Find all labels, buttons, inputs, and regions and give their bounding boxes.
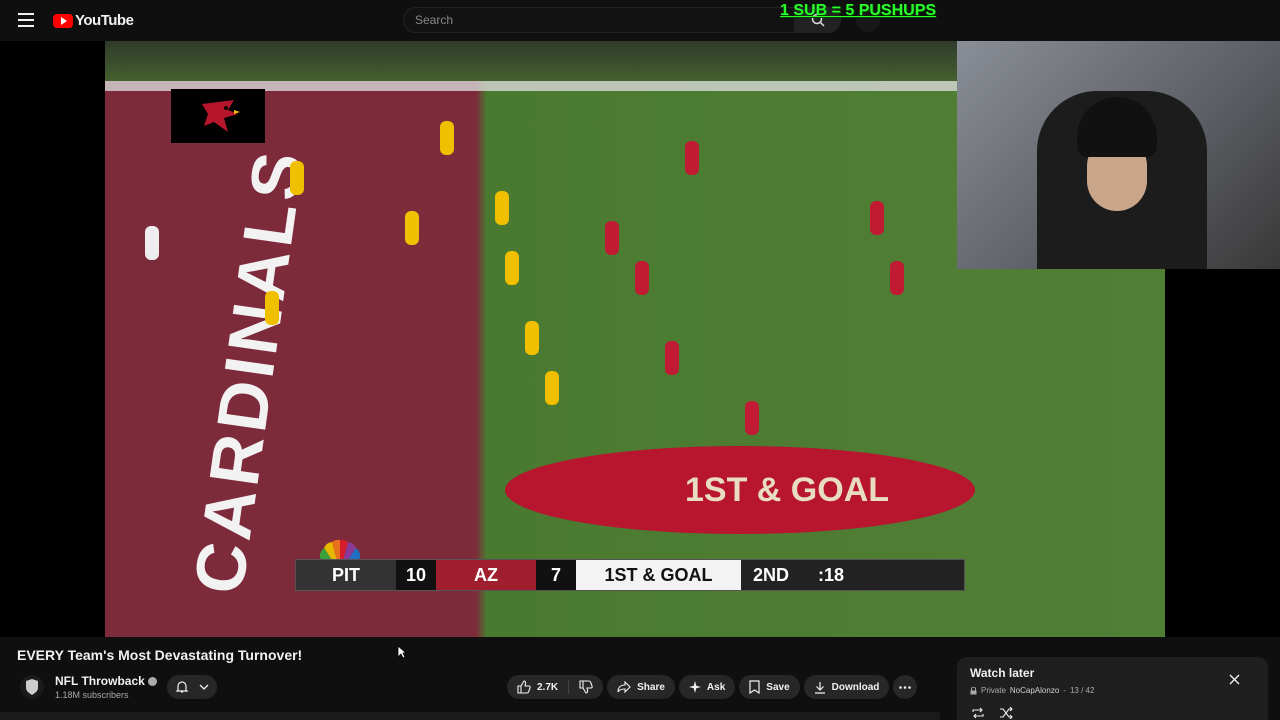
- top-bar: YouTube Search: [0, 0, 1280, 41]
- down-distance: 1ST & GOAL: [576, 560, 741, 590]
- more-actions-button[interactable]: [893, 675, 918, 699]
- like-button[interactable]: 2.7K: [507, 675, 568, 699]
- download-icon: [814, 681, 825, 694]
- playlist-title[interactable]: Watch later: [970, 666, 1255, 680]
- player-figure: [145, 226, 159, 260]
- player-figure: [605, 221, 619, 255]
- player-figure: [405, 211, 419, 245]
- playlist-position: 13 / 42: [1069, 686, 1095, 695]
- more-icon: [899, 685, 912, 689]
- player-figure: [505, 251, 519, 285]
- shield-icon: [26, 679, 38, 695]
- mouse-cursor-icon: [397, 645, 407, 659]
- share-icon: [617, 681, 631, 693]
- app-name: YouTube: [75, 12, 134, 29]
- player-figure: [665, 341, 679, 375]
- channel-name-text: NFL Throwback: [55, 674, 145, 688]
- ask-label: Ask: [706, 681, 726, 693]
- share-button[interactable]: Share: [607, 675, 675, 699]
- player-figure: [685, 141, 699, 175]
- verified-icon: [147, 677, 157, 687]
- player-figure: [745, 401, 759, 435]
- ask-button[interactable]: Ask: [678, 675, 736, 699]
- youtube-play-icon: [53, 13, 73, 28]
- player-figure: [525, 321, 539, 355]
- chevron-down-icon: [199, 684, 209, 690]
- endzone-text: CARDINALS: [179, 143, 319, 599]
- notification-bell-button[interactable]: [167, 675, 217, 699]
- player-figure: [440, 121, 454, 155]
- bookmark-icon: [749, 680, 760, 694]
- lock-icon: [970, 686, 977, 694]
- menu-icon[interactable]: [18, 13, 34, 27]
- playlist-panel: Watch later Private NoCapAlonzo - 13 / 4…: [957, 657, 1268, 720]
- playlist-privacy: Private: [981, 686, 1006, 695]
- share-label: Share: [637, 681, 665, 693]
- thumbs-down-icon: [579, 680, 593, 694]
- player-figure: [890, 261, 904, 295]
- streamer-webcam: [957, 41, 1280, 269]
- subscriber-count: 1.18M subscribers: [55, 690, 129, 700]
- playlist-separator: -: [1063, 686, 1066, 695]
- loop-icon[interactable]: [971, 707, 985, 719]
- playlist-meta: Private NoCapAlonzo - 13 / 42: [970, 686, 1255, 695]
- team2-label: AZ: [436, 560, 536, 590]
- dislike-button[interactable]: [569, 675, 603, 699]
- action-bar: 2.7K Share Ask Save Download: [507, 675, 918, 699]
- player-figure: [495, 191, 509, 225]
- video-title: EVERY Team's Most Devastating Turnover!: [17, 647, 303, 663]
- close-icon[interactable]: [1229, 674, 1240, 685]
- youtube-logo[interactable]: YouTube: [53, 12, 134, 29]
- download-label: Download: [831, 681, 880, 693]
- player-figure: [290, 161, 304, 195]
- player-figure: [870, 201, 884, 235]
- download-button[interactable]: Download: [803, 675, 890, 699]
- search-input[interactable]: Search: [403, 7, 795, 33]
- stream-overlay-text: 1 SUB = 5 PUSHUPS: [780, 2, 937, 19]
- video-player[interactable]: CARDINALS 1ST & GOAL PIT 10 AZ 7 1ST & G…: [0, 41, 1280, 637]
- bell-icon: [175, 681, 189, 693]
- save-label: Save: [766, 681, 790, 693]
- team1-score: 10: [396, 560, 436, 590]
- channel-name[interactable]: NFL Throwback: [55, 674, 157, 688]
- like-dislike-group: 2.7K: [507, 675, 604, 699]
- player-figure: [635, 261, 649, 295]
- thumbs-up-icon: [517, 680, 531, 694]
- scorebug: PIT 10 AZ 7 1ST & GOAL 2ND :18: [295, 559, 965, 591]
- field-goal-text: 1ST & GOAL: [685, 471, 890, 509]
- comment-area-edge: [0, 712, 940, 720]
- playlist-controls: [971, 707, 1013, 719]
- quarter: 2ND: [741, 560, 801, 590]
- shuffle-icon[interactable]: [999, 707, 1013, 719]
- channel-avatar[interactable]: [20, 675, 44, 699]
- game-clock: :18: [801, 560, 861, 590]
- player-figure: [265, 291, 279, 325]
- team2-score: 7: [536, 560, 576, 590]
- like-count: 2.7K: [537, 681, 559, 693]
- sparkle-icon: [688, 681, 701, 693]
- playlist-owner[interactable]: NoCapAlonzo: [1010, 686, 1059, 695]
- team1-label: PIT: [296, 560, 396, 590]
- save-button[interactable]: Save: [739, 675, 800, 699]
- player-figure: [545, 371, 559, 405]
- cardinals-logo: [171, 89, 265, 143]
